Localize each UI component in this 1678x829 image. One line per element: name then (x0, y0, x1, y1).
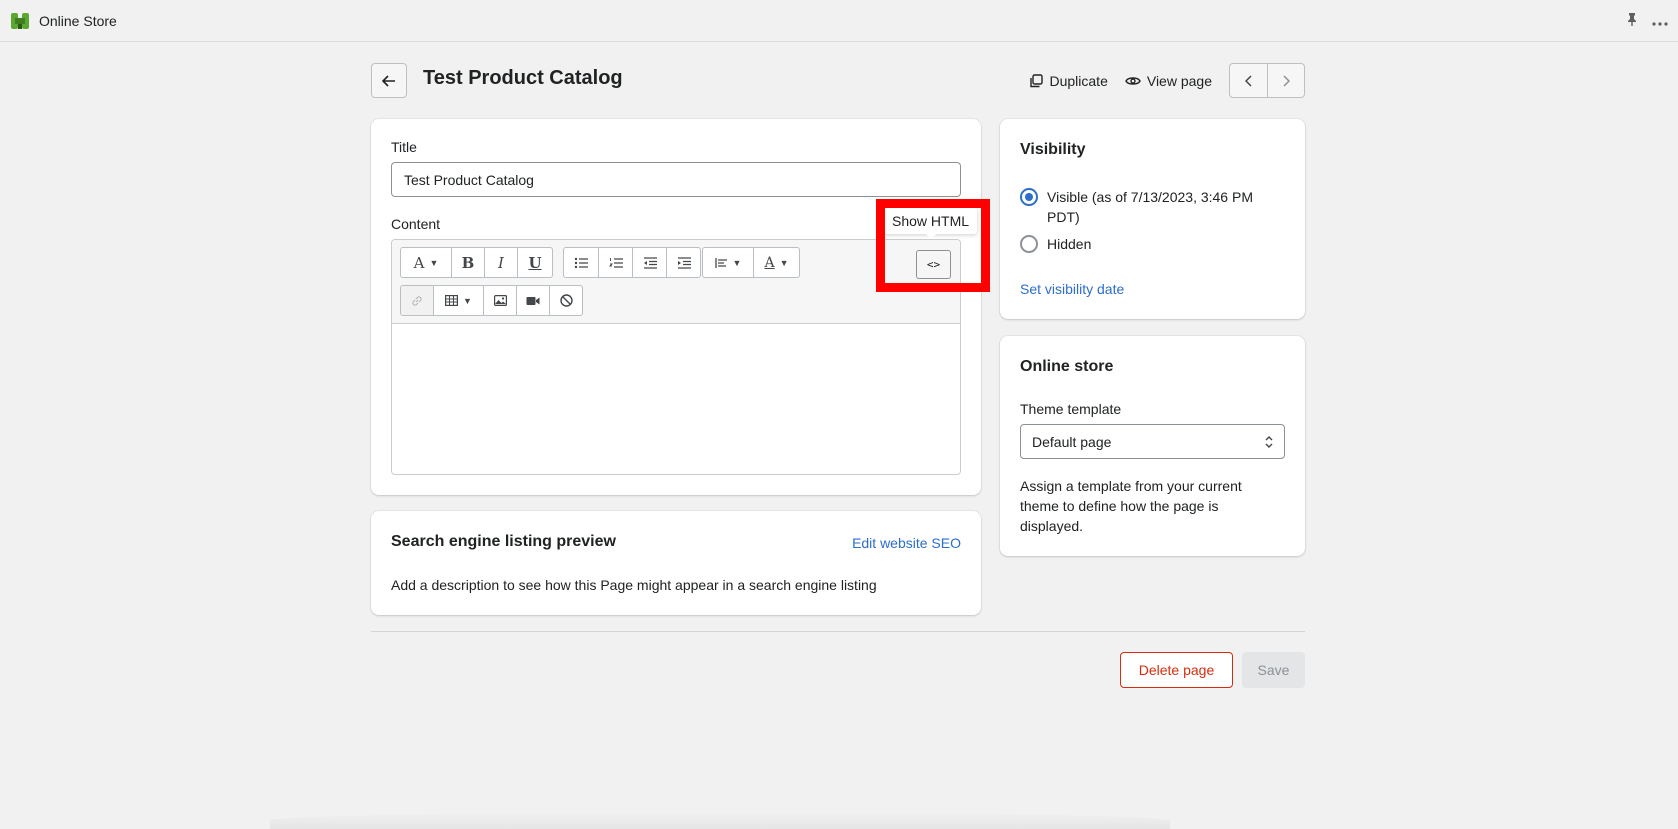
seo-title: Search engine listing preview (391, 533, 616, 550)
insert-image-button[interactable] (483, 286, 516, 315)
view-page-button[interactable]: View page (1125, 73, 1212, 89)
store-logo-icon (11, 12, 29, 29)
clear-formatting-button[interactable] (549, 286, 582, 315)
app-title: Online Store (39, 12, 117, 29)
duplicate-button[interactable]: Duplicate (1029, 72, 1108, 89)
bottom-shadow (270, 812, 1170, 829)
eye-icon (1125, 76, 1141, 85)
arrow-left-icon (382, 74, 395, 87)
outdent-button[interactable] (632, 248, 666, 277)
visible-option[interactable]: Visible (as of 7/13/2023, 3:46 PM PDT) (1020, 187, 1272, 227)
bulleted-list-button[interactable] (564, 248, 598, 277)
online-store-title: Online store (1020, 358, 1114, 375)
show-html-tooltip: Show HTML (884, 208, 978, 239)
numbered-list-button[interactable] (598, 248, 632, 277)
top-bar: Online Store (0, 0, 1678, 42)
duplicate-label: Duplicate (1049, 72, 1108, 89)
chevron-right-icon (1283, 74, 1290, 87)
visible-radio[interactable] (1020, 188, 1038, 206)
visibility-card: Visibility Visible (as of 7/13/2023, 3:4… (1000, 119, 1305, 319)
bold-icon: B (461, 253, 475, 272)
select-arrows-icon (1265, 435, 1273, 449)
insert-link-button[interactable] (401, 286, 433, 315)
insert-table-dropdown[interactable]: ▼ (433, 286, 483, 315)
theme-template-value: Default page (1032, 433, 1112, 450)
clear-formatting-icon (559, 294, 573, 307)
link-icon (412, 295, 422, 306)
outdent-icon (643, 256, 657, 269)
hidden-label: Hidden (1047, 236, 1092, 252)
title-label: Title (391, 139, 417, 155)
italic-button[interactable]: I (484, 248, 517, 277)
footer-divider (371, 631, 1305, 632)
set-visibility-date-link[interactable]: Set visibility date (1020, 281, 1124, 297)
duplicate-icon (1030, 73, 1044, 87)
bulleted-list-icon (574, 257, 588, 268)
show-html-button[interactable]: <> (916, 250, 951, 279)
indent-button[interactable] (666, 248, 700, 277)
more-options-icon[interactable] (1652, 13, 1668, 29)
hidden-option[interactable]: Hidden (1020, 234, 1272, 254)
title-input[interactable] (391, 162, 961, 197)
list-group (563, 247, 701, 278)
italic-icon: I (498, 253, 504, 272)
visible-label: Visible (as of 7/13/2023, 3:46 PM PDT) (1047, 189, 1253, 225)
rich-text-editor: A ▼ B I U ▼ A ▼ <> ▼ (391, 239, 961, 475)
chevron-left-icon (1244, 74, 1252, 87)
visibility-title: Visibility (1020, 141, 1086, 158)
content-label: Content (391, 216, 441, 232)
underline-button[interactable]: U (517, 248, 552, 277)
text-style-icon: A (413, 253, 425, 272)
seo-preview-card: Search engine listing preview Edit websi… (371, 511, 981, 615)
underline-icon: U (528, 253, 542, 272)
header-actions: Duplicate View page (1029, 63, 1305, 98)
align-left-icon (714, 257, 727, 268)
page-pagination (1229, 63, 1305, 98)
text-color-icon: A (764, 254, 775, 271)
format-group: A ▼ B I U (400, 247, 553, 278)
theme-template-label: Theme template (1020, 401, 1122, 417)
editor-toolbar: A ▼ B I U ▼ A ▼ <> ▼ (392, 240, 960, 324)
bold-button[interactable]: B (451, 248, 484, 277)
next-page-button[interactable] (1267, 64, 1304, 97)
text-style-dropdown[interactable]: A ▼ (401, 248, 451, 277)
edit-seo-link[interactable]: Edit website SEO (852, 535, 961, 551)
page-title: Test Product Catalog (423, 67, 623, 89)
seo-description: Add a description to see how this Page m… (391, 577, 877, 593)
image-icon (493, 295, 507, 306)
align-color-group: ▼ A ▼ (702, 247, 800, 278)
back-button[interactable] (371, 63, 407, 98)
delete-page-button[interactable]: Delete page (1120, 652, 1233, 688)
theme-template-select[interactable]: Default page (1020, 424, 1285, 459)
numbered-list-icon (608, 257, 623, 268)
previous-page-button[interactable] (1230, 64, 1267, 97)
save-button[interactable]: Save (1242, 652, 1305, 688)
page-content-card: Title Content A▼ B I U (371, 119, 981, 495)
editor-content-area[interactable] (392, 324, 960, 474)
hidden-radio[interactable] (1020, 235, 1038, 253)
indent-icon (677, 256, 691, 269)
alignment-dropdown[interactable]: ▼ (703, 248, 753, 277)
insert-group: ▼ (400, 285, 583, 316)
text-color-dropdown[interactable]: A ▼ (753, 248, 799, 277)
video-icon (526, 296, 540, 305)
view-page-label: View page (1146, 72, 1212, 89)
theme-template-help: Assign a template from your current them… (1020, 478, 1242, 534)
insert-video-button[interactable] (516, 286, 549, 315)
pin-icon[interactable] (1626, 12, 1638, 29)
online-store-card: Online store Theme template Default page… (1000, 336, 1305, 556)
table-icon (445, 295, 459, 306)
